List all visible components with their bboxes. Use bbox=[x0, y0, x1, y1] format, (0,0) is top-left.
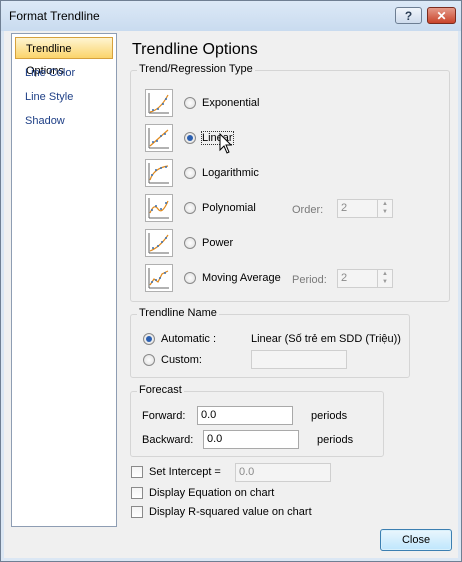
power-label: Power bbox=[202, 237, 234, 249]
regression-type-title: Trend/Regression Type bbox=[137, 63, 255, 75]
backward-unit: periods bbox=[317, 434, 354, 446]
backward-label: Backward: bbox=[142, 434, 194, 446]
automatic-radio[interactable] bbox=[143, 333, 155, 345]
order-value: 2 bbox=[341, 202, 348, 214]
display-r-squared-checkbox[interactable] bbox=[131, 506, 143, 518]
linear-icon bbox=[145, 124, 173, 152]
forecast-group: Forecast Forward: 0.0 periods Backward: … bbox=[130, 384, 384, 457]
exponential-radio[interactable] bbox=[184, 97, 196, 109]
forecast-title: Forecast bbox=[137, 384, 184, 396]
moving-average-icon bbox=[145, 264, 173, 292]
window-title: Format Trendline bbox=[9, 9, 100, 23]
panel-heading: Trendline Options bbox=[132, 41, 258, 58]
cursor-icon bbox=[219, 133, 233, 154]
format-trendline-dialog: Format Trendline ? ✕ Trendline Options L… bbox=[0, 0, 462, 562]
nav-item-line-color[interactable]: Line Color bbox=[15, 62, 113, 84]
title-bar: Format Trendline ? ✕ bbox=[1, 1, 461, 31]
period-label: Period: bbox=[292, 274, 327, 286]
moving-average-radio[interactable] bbox=[184, 272, 196, 284]
spin-down-icon[interactable]: ▼ bbox=[378, 208, 392, 216]
power-radio[interactable] bbox=[184, 237, 196, 249]
set-intercept-label: Set Intercept = bbox=[149, 466, 221, 478]
forward-unit: periods bbox=[311, 410, 348, 422]
nav-item-line-style[interactable]: Line Style bbox=[15, 86, 113, 108]
polynomial-radio[interactable] bbox=[184, 202, 196, 214]
backward-input[interactable]: 0.0 bbox=[203, 430, 299, 449]
spin-up-icon[interactable]: ▲ bbox=[378, 270, 392, 278]
close-button[interactable]: Close bbox=[380, 529, 452, 551]
logarithmic-icon bbox=[145, 159, 173, 187]
trendline-name-title: Trendline Name bbox=[137, 307, 219, 319]
nav-item-trendline-options[interactable]: Trendline Options bbox=[15, 37, 113, 77]
period-spin-buttons[interactable]: ▲ ▼ bbox=[377, 270, 392, 287]
custom-label: Custom: bbox=[161, 354, 202, 366]
spin-down-icon[interactable]: ▼ bbox=[378, 278, 392, 286]
trendline-name-group: Trendline Name Automatic : Linear (Số tr… bbox=[130, 307, 410, 378]
period-spinner[interactable]: 2 ▲ ▼ bbox=[337, 269, 393, 288]
automatic-name-value: Linear (Số trẻ em SDD (Triệu)) bbox=[251, 333, 401, 345]
moving-average-label: Moving Average bbox=[202, 272, 281, 284]
order-spinner[interactable]: 2 ▲ ▼ bbox=[337, 199, 393, 218]
display-equation-checkbox[interactable] bbox=[131, 487, 143, 499]
set-intercept-checkbox[interactable] bbox=[131, 466, 143, 478]
custom-name-input[interactable] bbox=[251, 350, 347, 369]
period-value: 2 bbox=[341, 272, 348, 284]
linear-radio[interactable] bbox=[184, 132, 196, 144]
logarithmic-label: Logarithmic bbox=[202, 167, 259, 179]
regression-type-group: Trend/Regression Type Exponential Linear bbox=[130, 63, 450, 302]
order-spin-buttons[interactable]: ▲ ▼ bbox=[377, 200, 392, 217]
nav-item-shadow[interactable]: Shadow bbox=[15, 110, 113, 132]
order-label: Order: bbox=[292, 204, 324, 216]
options-panel: Trendline Options Trend/Regression Type … bbox=[122, 31, 458, 527]
forward-label: Forward: bbox=[142, 410, 186, 422]
automatic-label: Automatic : bbox=[161, 333, 217, 345]
dialog-body: Trendline Options Line Color Line Style … bbox=[4, 31, 458, 558]
logarithmic-radio[interactable] bbox=[184, 167, 196, 179]
category-list: Trendline Options Line Color Line Style … bbox=[11, 33, 117, 527]
help-button[interactable]: ? bbox=[395, 7, 422, 24]
forward-input[interactable]: 0.0 bbox=[197, 406, 293, 425]
exponential-icon bbox=[145, 89, 173, 117]
polynomial-icon bbox=[145, 194, 173, 222]
exponential-label: Exponential bbox=[202, 97, 260, 109]
custom-radio[interactable] bbox=[143, 354, 155, 366]
polynomial-label: Polynomial bbox=[202, 202, 256, 214]
display-equation-label: Display Equation on chart bbox=[149, 487, 275, 499]
intercept-input[interactable]: 0.0 bbox=[235, 463, 331, 482]
display-r-squared-label: Display R-squared value on chart bbox=[149, 506, 312, 518]
window-close-button[interactable]: ✕ bbox=[427, 7, 456, 24]
power-icon bbox=[145, 229, 173, 257]
spin-up-icon[interactable]: ▲ bbox=[378, 200, 392, 208]
